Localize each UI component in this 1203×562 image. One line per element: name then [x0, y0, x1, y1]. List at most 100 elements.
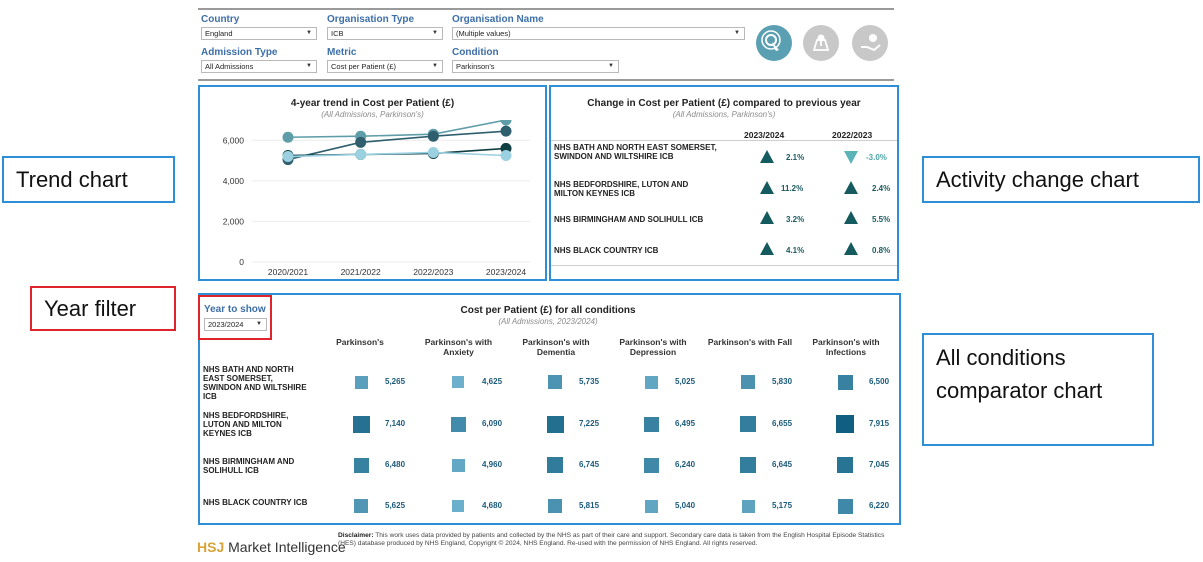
- value-square: [837, 498, 853, 514]
- callout-all-conditions: All conditions comparator chart: [922, 333, 1154, 446]
- value-label: 7,045: [869, 460, 890, 469]
- value-label: 6,745: [579, 460, 600, 469]
- value-square: [644, 499, 658, 513]
- country-label: Country: [201, 14, 240, 25]
- value-square: [741, 499, 755, 513]
- x-tick-label: 2023/2024: [486, 267, 526, 277]
- change-value: 5.5%: [872, 215, 891, 224]
- change-chart-subtitle: (All Admissions, Parkinson's): [672, 110, 776, 119]
- brand-logo: HSJ Market Intelligence: [197, 539, 346, 555]
- y-tick-label: 0: [239, 257, 244, 267]
- map-pin-icon: [812, 34, 830, 51]
- col-dementia: Parkinson's with Dementia: [522, 337, 590, 357]
- value-square: [837, 457, 853, 473]
- series-point: [427, 146, 439, 158]
- value-label: 7,140: [385, 419, 406, 428]
- admission-type-select[interactable]: All Admissions ▼: [201, 60, 317, 73]
- org-name-label: Organisation Name: [452, 14, 544, 25]
- up-arrow-icon: [760, 181, 774, 194]
- chevron-down-icon: ▼: [256, 321, 262, 327]
- up-arrow-icon: [760, 211, 774, 224]
- change-row-org: NHS BEDFORDSHIRE, LUTON AND MILTON KEYNE…: [554, 180, 689, 198]
- value-label: 6,645: [772, 460, 793, 469]
- up-arrow-icon: [844, 242, 858, 255]
- admission-type-label: Admission Type: [201, 47, 278, 58]
- callout-trend-chart: Trend chart: [2, 156, 175, 203]
- conditions-chart-title: Cost per Patient (£) for all conditions: [460, 305, 636, 316]
- change-value: 4.1%: [786, 246, 805, 255]
- y-tick-label: 6,000: [223, 135, 245, 145]
- touch-help-button[interactable]: [756, 25, 792, 61]
- disclaimer-label: Disclaimer:: [338, 532, 374, 539]
- value-square: [644, 375, 658, 389]
- trend-chart-subtitle: (All Admissions, Parkinson's): [321, 110, 424, 119]
- change-row-org: NHS BLACK COUNTRY ICB: [554, 246, 659, 255]
- org-name-select[interactable]: (Multiple values) ▼: [452, 27, 745, 40]
- conditions-row-org: NHS BLACK COUNTRY ICB: [203, 498, 308, 507]
- value-square: [643, 416, 659, 432]
- metric-select[interactable]: Cost per Patient (£) ▼: [327, 60, 443, 73]
- chevron-down-icon: ▼: [306, 30, 312, 36]
- value-square: [450, 416, 466, 432]
- value-square: [352, 415, 370, 433]
- value-square: [837, 374, 853, 390]
- metric-label: Metric: [327, 47, 357, 58]
- value-square: [740, 457, 756, 473]
- condition-select[interactable]: Parkinson's ▼: [452, 60, 619, 73]
- trend-chart-title: 4-year trend in Cost per Patient (£): [290, 98, 455, 109]
- disclaimer: Disclaimer: This work uses data provided…: [338, 532, 898, 548]
- value-square: [452, 376, 464, 388]
- series-point: [427, 130, 439, 142]
- filter-divider: [198, 79, 894, 81]
- value-label: 7,915: [869, 419, 890, 428]
- org-type-select[interactable]: ICB ▼: [327, 27, 443, 40]
- up-arrow-icon: [844, 211, 858, 224]
- change-value: -3.0%: [866, 153, 887, 162]
- chevron-down-icon: ▼: [608, 63, 614, 69]
- support-button[interactable]: [852, 25, 888, 61]
- col-parkinsons: Parkinson's: [336, 337, 384, 347]
- map-button[interactable]: [803, 25, 839, 61]
- value-square: [643, 457, 659, 473]
- value-label: 5,265: [385, 377, 406, 386]
- value-label: 4,680: [482, 501, 503, 510]
- country-select[interactable]: England ▼: [201, 27, 317, 40]
- chevron-down-icon: ▼: [432, 30, 438, 36]
- metric-value: Cost per Patient (£): [331, 62, 397, 71]
- change-footer-divider: [551, 265, 897, 266]
- up-arrow-icon: [760, 242, 774, 255]
- callout-activity-change: Activity change chart: [922, 156, 1200, 203]
- x-tick-label: 2020/2021: [268, 267, 308, 277]
- touch-icon: [761, 30, 781, 51]
- org-type-value: ICB: [331, 29, 344, 38]
- top-divider: [198, 8, 894, 10]
- brand-name: Market Intelligence: [228, 539, 346, 555]
- value-square: [451, 458, 465, 472]
- hand-heart-icon: [861, 34, 881, 52]
- value-square: [354, 375, 368, 389]
- series-point: [282, 151, 294, 163]
- value-square: [548, 375, 562, 389]
- chevron-down-icon: ▼: [306, 63, 312, 69]
- condition-value: Parkinson's: [456, 62, 495, 71]
- change-chart-title: Change in Cost per Patient (£) compared …: [587, 98, 861, 109]
- org-name-value: (Multiple values): [456, 29, 511, 38]
- series-point: [282, 131, 294, 143]
- value-label: 5,815: [579, 501, 600, 510]
- value-square: [548, 499, 562, 513]
- change-value: 0.8%: [872, 246, 891, 255]
- change-value: 2.4%: [872, 184, 891, 193]
- admission-type-value: All Admissions: [205, 62, 254, 71]
- country-value: England: [205, 29, 233, 38]
- series-point: [355, 148, 367, 160]
- value-label: 6,220: [869, 501, 890, 510]
- year-select[interactable]: 2023/2024 ▼: [204, 318, 267, 331]
- value-label: 5,830: [772, 377, 793, 386]
- value-square: [546, 415, 564, 433]
- x-tick-label: 2022/2023: [413, 267, 453, 277]
- value-label: 6,240: [675, 460, 696, 469]
- conditions-row-org: NHS BIRMINGHAM AND SOLIHULL ICB: [203, 457, 295, 475]
- value-square: [547, 457, 563, 473]
- value-label: 6,090: [482, 419, 503, 428]
- value-label: 5,025: [675, 377, 696, 386]
